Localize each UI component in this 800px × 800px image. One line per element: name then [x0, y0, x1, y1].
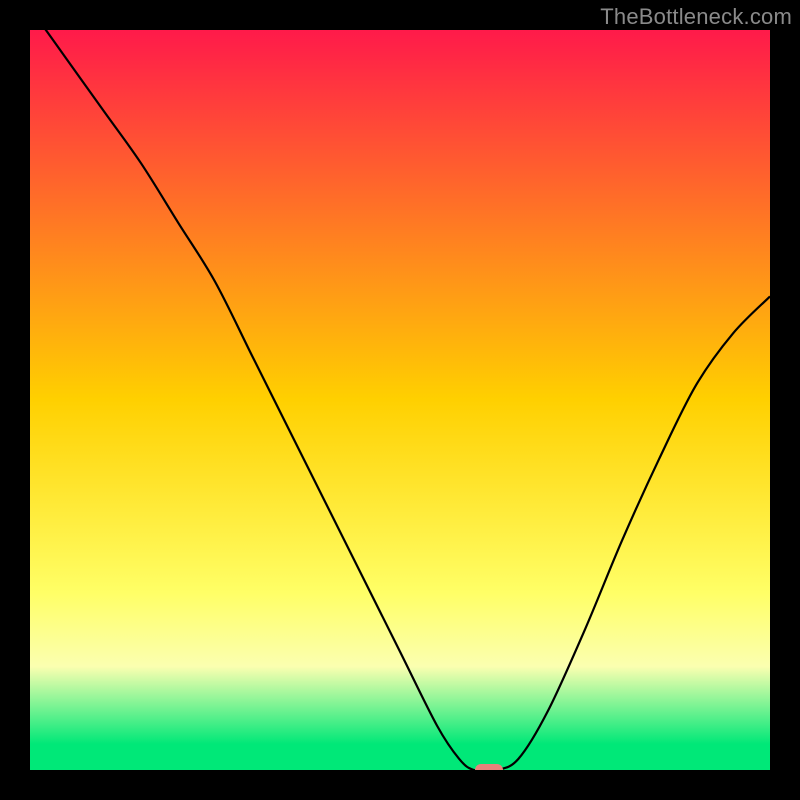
chart-svg	[30, 30, 770, 770]
optimum-marker	[475, 764, 503, 770]
chart-background	[30, 30, 770, 770]
outer-frame: TheBottleneck.com	[0, 0, 800, 800]
watermark-text: TheBottleneck.com	[600, 4, 792, 30]
plot-area	[30, 30, 770, 770]
